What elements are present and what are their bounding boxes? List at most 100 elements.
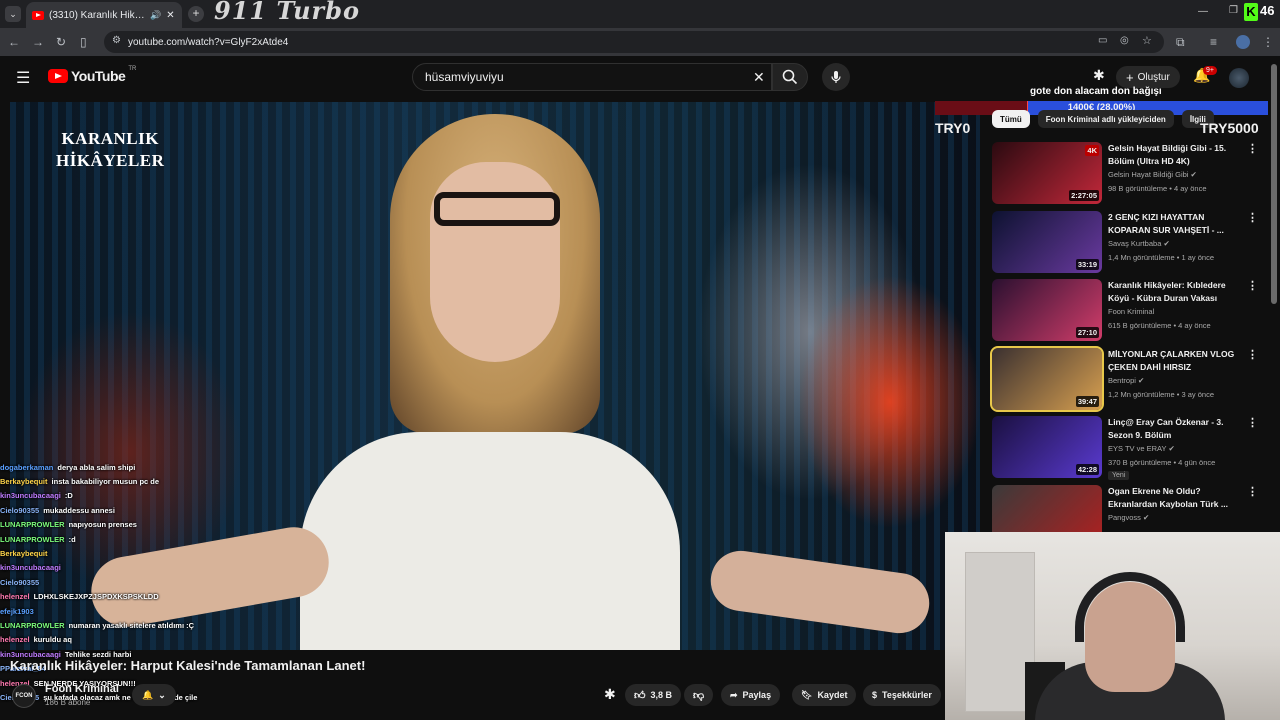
profile-icon[interactable]	[1236, 35, 1250, 49]
chat-text: :d	[68, 534, 76, 544]
video-channel[interactable]: Bentropi ✔	[1108, 376, 1144, 385]
video-thumbnail[interactable]: 27:10	[992, 279, 1102, 341]
video-thumbnail[interactable]: 33:19	[992, 210, 1102, 273]
chevron-down-icon: ⌄	[158, 689, 166, 700]
tab-close-icon[interactable]: ✕	[166, 10, 174, 21]
chat-message: helenzel LDHXLSKEJXPZJSPDXKSPSKLDD	[0, 590, 260, 604]
chat-message: kin3uncubacaagi	[0, 561, 260, 575]
more-options-icon[interactable]: ⋮	[1247, 211, 1258, 224]
thanks-icon: $	[872, 690, 878, 700]
hamburger-menu-icon[interactable]: ☰	[16, 68, 30, 88]
video-presenter-glasses	[434, 192, 560, 226]
youtube-studio-icon[interactable]: ✱	[1093, 67, 1105, 84]
restore-button[interactable]: ❐	[1229, 5, 1238, 16]
donation-min-label: TRY0	[935, 120, 971, 136]
video-meta: 98 B görüntüleme • 4 ay önce	[1108, 184, 1207, 193]
recommended-video[interactable]: 33:19 2 GENÇ KIZI HAYATTAN KOPARAN SUR VA…	[992, 210, 1264, 275]
video-title[interactable]: Karanlık Hikâyeler: Kıbledere Köyü - Küb…	[1108, 279, 1248, 305]
watermark-line-1: KARANLIK	[61, 129, 159, 148]
create-button[interactable]: + Oluştur	[1116, 66, 1180, 88]
eye-off-icon[interactable]: ◎	[1120, 35, 1129, 46]
donation-max-label: TRY5000	[1200, 120, 1259, 136]
video-title[interactable]: Linç@ Eray Can Özkenar - 3. Sezon 9. Böl…	[1108, 416, 1248, 442]
chat-username: LUNARPROWLER	[0, 620, 65, 630]
stream-overlay-title: 911 Turbo	[214, 0, 360, 25]
voice-search-button[interactable]	[822, 63, 850, 91]
microphone-icon	[831, 71, 841, 83]
video-presenter-arm-right	[706, 546, 934, 638]
bookmark-star-icon[interactable]: ☆	[1142, 34, 1152, 47]
share-button[interactable]: ➦ Paylaş	[721, 684, 781, 706]
video-title[interactable]: Ogan Ekrene Ne Oldu? Ekranlardan Kaybola…	[1108, 485, 1248, 511]
browser-toolbar: ← → ↻ ▯ ⚙ youtube.com/watch?v=GlyF2xAtde…	[0, 28, 1280, 56]
more-options-icon[interactable]: ⋮	[1247, 416, 1258, 429]
channel-avatar[interactable]: FCON	[12, 684, 36, 708]
video-duration: 2:27:05	[1069, 190, 1099, 201]
subscriber-count: 186 B abone	[45, 698, 91, 707]
forward-icon[interactable]: →	[32, 34, 44, 50]
more-options-icon[interactable]: ⋮	[1247, 485, 1258, 498]
filter-chip[interactable]: Tümü	[992, 110, 1030, 128]
reload-icon[interactable]: ↻	[56, 34, 66, 50]
chat-message: Berkaybequit insta bakabiliyor musun pc d…	[0, 474, 260, 488]
thumbs-up-icon: 👍︎	[634, 689, 646, 702]
video-channel-name: Pangvoss	[1108, 512, 1141, 522]
video-channel[interactable]: Pangvoss ✔	[1108, 513, 1149, 522]
country-code: TR	[128, 66, 137, 72]
thanks-button[interactable]: $ Teşekkürler	[863, 684, 941, 706]
new-tab-button[interactable]: +	[188, 6, 204, 22]
video-channel[interactable]: Foon Kriminal	[1108, 307, 1154, 316]
minimize-button[interactable]: —	[1198, 6, 1208, 17]
more-options-icon[interactable]: ⋮	[1247, 279, 1258, 292]
search-input[interactable]: hüsamviyuviyu ✕	[412, 63, 772, 91]
speaker-icon[interactable]: 🔊	[150, 10, 161, 21]
recommended-video[interactable]: 42:28 Linç@ Eray Can Özkenar - 3. Sezon 9…	[992, 416, 1264, 480]
save-button[interactable]: 🔖︎ Kaydet	[792, 684, 857, 706]
site-info-icon[interactable]: ⚙	[112, 35, 121, 46]
video-title[interactable]: 2 GENÇ KIZI HAYATTAN KOPARAN SUR VAHŞETİ…	[1108, 211, 1248, 237]
video-thumbnail[interactable]: 42:28	[992, 416, 1102, 478]
subscribed-button[interactable]: 🔔 ⌄	[132, 684, 176, 706]
verified-check-icon: ✔	[1135, 375, 1145, 385]
verified-check-icon: ✔	[1188, 170, 1197, 179]
dislike-button[interactable]: 👎︎	[684, 684, 714, 706]
address-bar[interactable]: ⚙ youtube.com/watch?v=GlyF2xAtde4 ▭ ◎ ☆	[104, 31, 1164, 53]
clear-search-icon[interactable]: ✕	[753, 69, 765, 86]
more-options-icon[interactable]: ⋮	[1247, 348, 1258, 361]
video-thumbnail[interactable]: 39:47	[990, 345, 1104, 412]
extensions-icon[interactable]: ⧉	[1176, 34, 1185, 50]
video-title[interactable]: Gelsin Hayat Bildiği Gibi - 15. Bölüm (U…	[1108, 142, 1248, 168]
channel-name[interactable]: Foon Kriminal	[45, 683, 119, 695]
donation-goal-title: gote don alacam don bağışı	[1030, 86, 1162, 97]
video-thumbnail[interactable]: 2:27:05 4K	[992, 142, 1102, 204]
chat-username: Cielo90355	[0, 505, 40, 515]
account-avatar[interactable]	[1229, 68, 1249, 88]
studio-gear-icon[interactable]: ✱	[604, 686, 616, 703]
recommended-video[interactable]: 39:47 MİLYONLAR ÇALARKEN VLOG ÇEKEN DAHİ …	[990, 345, 1264, 412]
video-channel[interactable]: Gelsin Hayat Bildiği Gibi ✔	[1108, 170, 1197, 179]
verified-check-icon: ✔	[1140, 512, 1150, 522]
sidebar-icon[interactable]: ▯	[80, 34, 87, 50]
youtube-logo[interactable]: YouTube TR	[48, 66, 137, 84]
video-title[interactable]: MİLYONLAR ÇALARKEN VLOG ÇEKEN DAHİ HIRSI…	[1108, 348, 1248, 374]
tab-search-icon[interactable]: ⌄	[5, 6, 21, 22]
menu-kebab-icon[interactable]: ⋮	[1262, 34, 1274, 50]
search-button[interactable]	[772, 63, 808, 91]
chat-message: Berkaybequit	[0, 546, 260, 560]
new-badge: Yeni	[1108, 471, 1130, 480]
recommended-video[interactable]: 2:27:05 4K Gelsin Hayat Bildiği Gibi - 15.…	[992, 142, 1264, 206]
recommendations-scrollbar[interactable]	[1271, 64, 1277, 304]
recommended-video[interactable]: 27:10 Karanlık Hikâyeler: Kıbledere Köyü …	[992, 279, 1264, 343]
browser-tab[interactable]: (3310) Karanlık Hikâyeler: H 🔊 ✕	[26, 2, 182, 28]
video-channel[interactable]: Savaş Kurtbaba ✔	[1108, 239, 1170, 248]
bookmark-icon: 🔖︎	[801, 689, 813, 700]
like-button[interactable]: 👍︎ 3,8 B	[625, 684, 682, 706]
media-icon[interactable]: ≡	[1210, 34, 1217, 50]
filter-chip[interactable]: Foon Kriminal adlı yükleyiciden	[1037, 110, 1174, 128]
cast-icon[interactable]: ▭	[1098, 35, 1107, 46]
more-options-icon[interactable]: ⋮	[1247, 142, 1258, 155]
recommendation-filters: Tümü Foon Kriminal adlı yükleyiciden İlgil…	[992, 110, 1214, 128]
back-icon[interactable]: ←	[8, 34, 20, 50]
chat-text: :D	[64, 491, 73, 501]
video-channel[interactable]: EYS TV ve ERAY ✔	[1108, 444, 1175, 453]
